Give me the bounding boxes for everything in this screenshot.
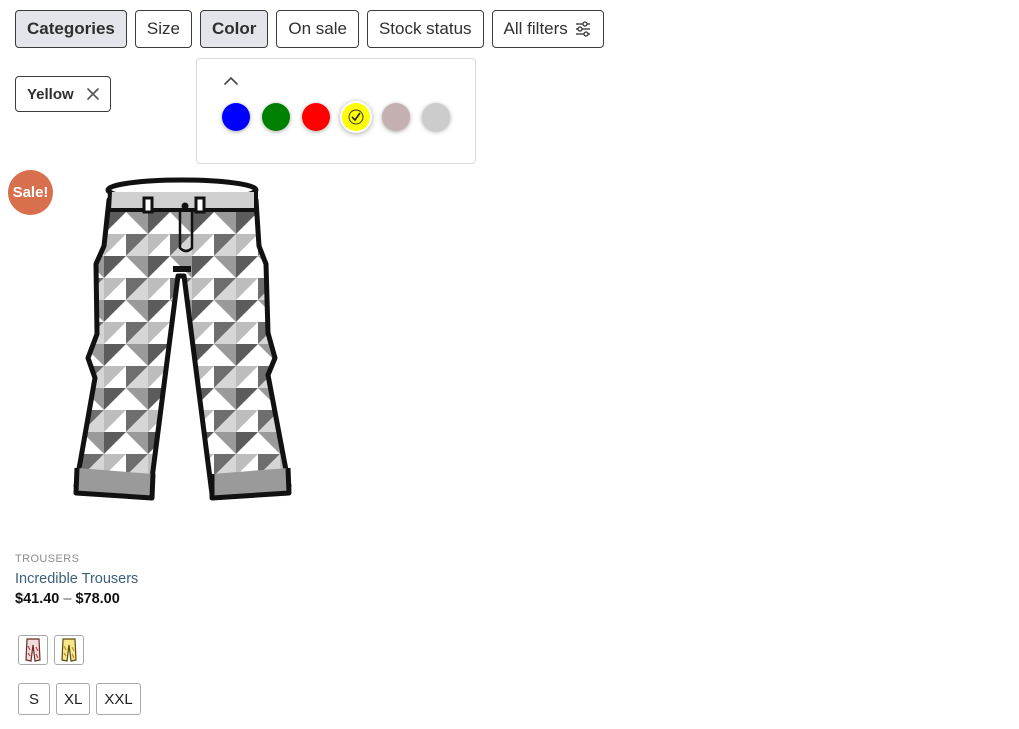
color-swatch[interactable] xyxy=(262,103,290,131)
color-swatch[interactable] xyxy=(222,103,250,131)
product-category: TROUSERS xyxy=(15,553,80,565)
filter-stock-status-button[interactable]: Stock status xyxy=(366,10,484,48)
product-price: $41.40– $78.00 xyxy=(15,591,120,607)
all-filters-button[interactable]: All filters xyxy=(491,10,604,48)
close-icon[interactable] xyxy=(86,87,100,101)
price-high: $78.00 xyxy=(75,591,120,607)
filter-on-sale-button[interactable]: On sale xyxy=(276,10,359,48)
price-low: $41.40 xyxy=(15,591,60,607)
chip-label: Yellow xyxy=(27,85,74,103)
size-option-xl[interactable]: XL xyxy=(56,683,91,715)
color-filter-popover xyxy=(196,58,476,164)
filter-size-button[interactable]: Size xyxy=(134,10,192,48)
filter-label: Size xyxy=(146,19,180,38)
color-swatch[interactable] xyxy=(342,103,370,131)
filter-label: Stock status xyxy=(378,19,472,38)
variant-thumb-yellow[interactable] xyxy=(54,635,84,665)
product-title-link[interactable]: Incredible Trousers xyxy=(15,571,138,587)
filter-label: Color xyxy=(211,19,257,38)
trousers-red-pattern-icon xyxy=(25,638,41,662)
color-swatch[interactable] xyxy=(422,103,450,131)
active-filter-chip: Yellow xyxy=(15,76,111,112)
size-option-s[interactable]: S xyxy=(18,683,50,715)
color-swatch[interactable] xyxy=(382,103,410,131)
variant-thumbnails xyxy=(18,635,84,665)
filter-label: All filters xyxy=(503,19,568,38)
color-swatches xyxy=(222,103,450,131)
sliders-icon xyxy=(574,20,592,38)
color-swatch[interactable] xyxy=(302,103,330,131)
product-image[interactable] xyxy=(60,168,305,513)
filter-color-button[interactable]: Color xyxy=(199,10,269,48)
size-option-xxl[interactable]: XXL xyxy=(96,683,141,715)
price-separator: – xyxy=(63,591,72,607)
trousers-yellow-pattern-icon xyxy=(61,638,77,662)
chevron-up-icon[interactable] xyxy=(223,74,239,92)
sale-badge: Sale! xyxy=(8,170,53,215)
checkmark-icon xyxy=(348,109,364,125)
size-options: S XL XXL xyxy=(18,683,141,715)
variant-thumb-red[interactable] xyxy=(18,635,48,665)
filter-label: Categories xyxy=(27,19,115,38)
filter-label: On sale xyxy=(288,19,347,38)
filter-categories-button[interactable]: Categories xyxy=(15,10,127,48)
filter-bar: Categories Size Color On sale Stock stat… xyxy=(15,10,604,48)
